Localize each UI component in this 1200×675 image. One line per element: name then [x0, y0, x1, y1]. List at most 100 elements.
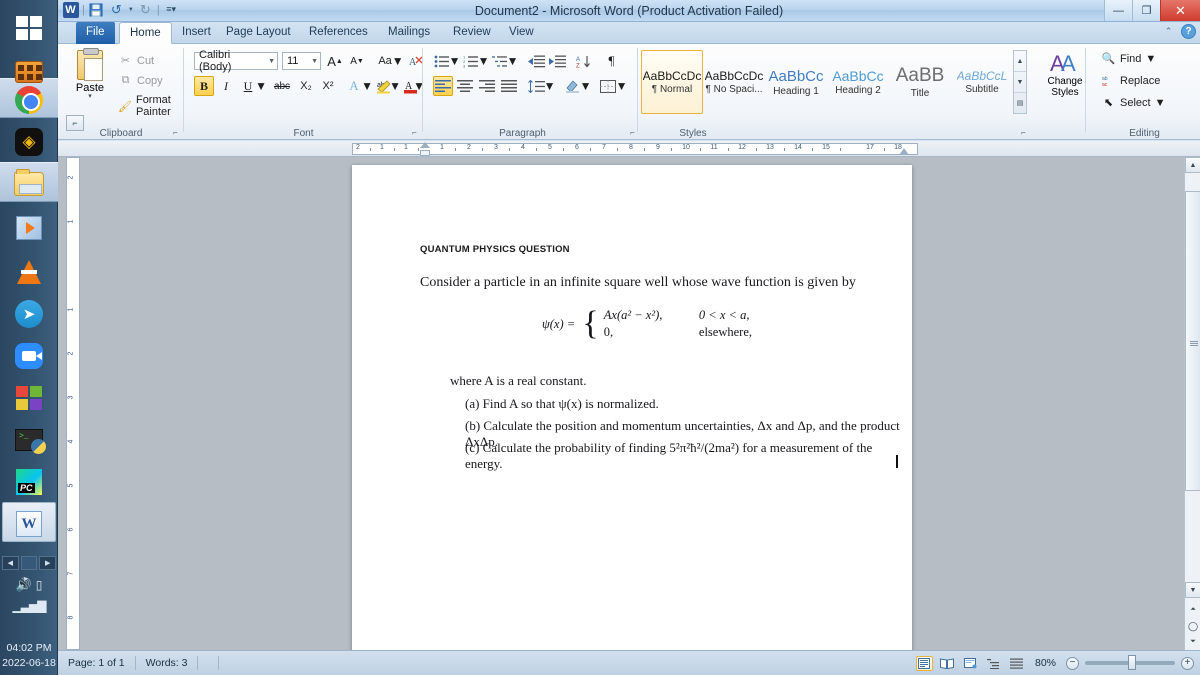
- word-icon[interactable]: W: [7, 504, 51, 544]
- scroll-thumb[interactable]: [1185, 191, 1200, 491]
- style-heading-1[interactable]: AaBbCс Heading 1: [765, 50, 827, 114]
- document-page[interactable]: QUANTUM PHYSICS QUESTION Consider a part…: [352, 165, 912, 675]
- folder-icon[interactable]: [7, 164, 51, 204]
- zoom-slider-thumb[interactable]: [1128, 655, 1136, 670]
- format-painter-button[interactable]: 🖌 Format Painter: [118, 94, 184, 118]
- show-marks-icon[interactable]: ¶: [602, 51, 621, 71]
- scroll-down-icon[interactable]: ▼: [1185, 582, 1200, 598]
- tab-mailings[interactable]: Mailings: [378, 22, 440, 44]
- clipboard-dialog-launcher[interactable]: ⌐: [170, 127, 181, 138]
- shading-dropdown-icon[interactable]: ▼: [580, 76, 592, 96]
- cut-button[interactable]: ✂ Cut: [118, 54, 154, 68]
- select-dropdown-icon[interactable]: ▼: [1155, 97, 1166, 109]
- page-content[interactable]: QUANTUM PHYSICS QUESTION Consider a part…: [352, 165, 912, 675]
- change-styles-button[interactable]: AA Change Styles: [1041, 50, 1089, 98]
- shrink-font-button[interactable]: A ▼: [347, 51, 367, 71]
- grow-font-button[interactable]: A ▲: [325, 51, 345, 71]
- tab-view[interactable]: View: [499, 22, 544, 44]
- font-size-caret-icon[interactable]: ▼: [308, 58, 318, 65]
- select-browse-object-icon[interactable]: ◯: [1185, 618, 1200, 634]
- styles-more-icon[interactable]: ▤: [1014, 93, 1026, 113]
- sort-icon[interactable]: AZ: [575, 51, 594, 71]
- text-effects-dropdown-icon[interactable]: ▼: [361, 76, 373, 96]
- first-line-indent-marker[interactable]: [420, 142, 430, 148]
- clock[interactable]: 04:02 PM 2022-06-18: [0, 641, 58, 671]
- decrease-indent-icon[interactable]: [527, 51, 546, 71]
- restore-button[interactable]: ❐: [1132, 0, 1160, 21]
- minimize-ribbon-icon[interactable]: ⌃: [1161, 24, 1176, 39]
- numbering-dropdown-icon[interactable]: ▼: [478, 51, 490, 71]
- line-spacing-dropdown-icon[interactable]: ▼: [544, 76, 556, 96]
- font-name-caret-icon[interactable]: ▼: [265, 58, 275, 65]
- minimize-button[interactable]: —: [1104, 0, 1132, 21]
- paste-dropdown-icon[interactable]: ▾: [88, 93, 92, 100]
- font-name-combo[interactable]: Calibri (Body) ▼: [194, 49, 278, 73]
- office-squares-icon[interactable]: [7, 378, 51, 418]
- tab-home[interactable]: Home: [119, 22, 172, 44]
- telegram-icon[interactable]: ➤: [7, 294, 51, 334]
- styles-scroll-up-icon[interactable]: ▲: [1014, 51, 1026, 72]
- page-status[interactable]: Page: 1 of 1: [58, 651, 135, 675]
- find-dropdown-icon[interactable]: ▼: [1145, 53, 1156, 65]
- font-size-combo[interactable]: 11 ▼: [282, 52, 321, 70]
- web-layout-icon[interactable]: [962, 656, 979, 671]
- tab-page-layout[interactable]: Page Layout: [216, 22, 301, 44]
- spell-check-icon[interactable]: [198, 657, 218, 670]
- subscript-button[interactable]: X₂: [296, 76, 316, 96]
- outline-icon[interactable]: [985, 656, 1002, 671]
- justify-icon[interactable]: [499, 76, 519, 96]
- align-right-icon[interactable]: [477, 76, 497, 96]
- align-center-icon[interactable]: [455, 76, 475, 96]
- next-page-icon[interactable]: ⏷: [1185, 634, 1200, 650]
- chrome-icon[interactable]: [7, 80, 51, 120]
- previous-page-icon[interactable]: ⏶: [1185, 602, 1200, 618]
- align-left-icon[interactable]: [433, 76, 453, 96]
- tab-references[interactable]: References: [299, 22, 378, 44]
- style-subtitle[interactable]: AaBbCcL Subtitle: [951, 50, 1013, 114]
- style-title[interactable]: AaBΒ Title: [889, 50, 951, 114]
- signal-bars-icon[interactable]: ▁▃▅▇: [13, 599, 47, 613]
- paste-button[interactable]: Paste ▾: [66, 48, 114, 116]
- tab-selector-button[interactable]: ⌐: [66, 115, 84, 145]
- styles-scroll-down-icon[interactable]: ▼: [1014, 72, 1026, 93]
- speaker-icon[interactable]: 🔊: [16, 577, 32, 593]
- zoom-in-button[interactable]: +: [1181, 656, 1194, 670]
- multilevel-dropdown-icon[interactable]: ▼: [507, 51, 519, 71]
- style-heading-2[interactable]: AaBbCc Heading 2: [827, 50, 889, 114]
- style-normal[interactable]: AaBbCcDc ¶ Normal: [641, 50, 703, 114]
- select-button[interactable]: ⬉ Select ▼: [1101, 96, 1166, 110]
- replace-button[interactable]: ab ac Replace: [1101, 74, 1161, 88]
- vertical-ruler[interactable]: 2 1 1 2 3 4 5 6 7 8 9: [66, 157, 80, 663]
- vlc-cone-icon[interactable]: [7, 252, 51, 292]
- zoom-out-button[interactable]: −: [1066, 656, 1079, 670]
- right-indent-marker[interactable]: [899, 148, 909, 155]
- python-terminal-icon[interactable]: [7, 420, 51, 460]
- close-button[interactable]: ✕: [1160, 0, 1200, 21]
- windows-logo-icon[interactable]: [7, 8, 51, 48]
- highlight-dropdown-icon[interactable]: ▼: [389, 76, 401, 96]
- scroll-up-icon[interactable]: ▲: [1185, 157, 1200, 173]
- tab-file[interactable]: File: [76, 22, 115, 44]
- pycharm-icon[interactable]: PC: [7, 462, 51, 502]
- bold-button[interactable]: B: [194, 76, 214, 96]
- bullets-dropdown-icon[interactable]: ▼: [449, 51, 461, 71]
- draft-icon[interactable]: [1008, 656, 1025, 671]
- vertical-scrollbar[interactable]: ▲ ▼ ⏶ ◯ ⏷: [1184, 157, 1200, 650]
- styles-dialog-launcher[interactable]: ⌐: [1018, 127, 1029, 138]
- borders-dropdown-icon[interactable]: ▼: [616, 76, 628, 96]
- change-case-button[interactable]: Aa ▼: [378, 51, 404, 71]
- binance-icon[interactable]: ◈: [7, 122, 51, 162]
- zoom-percent-label[interactable]: 80%: [1031, 657, 1060, 669]
- zoom-camera-icon[interactable]: [7, 336, 51, 376]
- find-button[interactable]: 🔍 Find ▼: [1101, 52, 1157, 66]
- italic-button[interactable]: I: [216, 76, 236, 96]
- reading-icon[interactable]: [939, 656, 956, 671]
- media-player-icon[interactable]: [7, 208, 51, 248]
- styles-scrollbar[interactable]: ▲ ▼ ▤: [1013, 50, 1027, 114]
- left-indent-marker[interactable]: [420, 150, 430, 156]
- zoom-slider[interactable]: [1085, 655, 1175, 670]
- strikethrough-button[interactable]: abc: [270, 76, 294, 96]
- underline-dropdown-icon[interactable]: ▼: [255, 76, 267, 96]
- horizontal-ruler[interactable]: 2 1 1 1 2 3 4 5 6 7 8 9 10 11 12 13 14 1…: [58, 141, 1200, 157]
- help-icon[interactable]: ?: [1181, 24, 1196, 39]
